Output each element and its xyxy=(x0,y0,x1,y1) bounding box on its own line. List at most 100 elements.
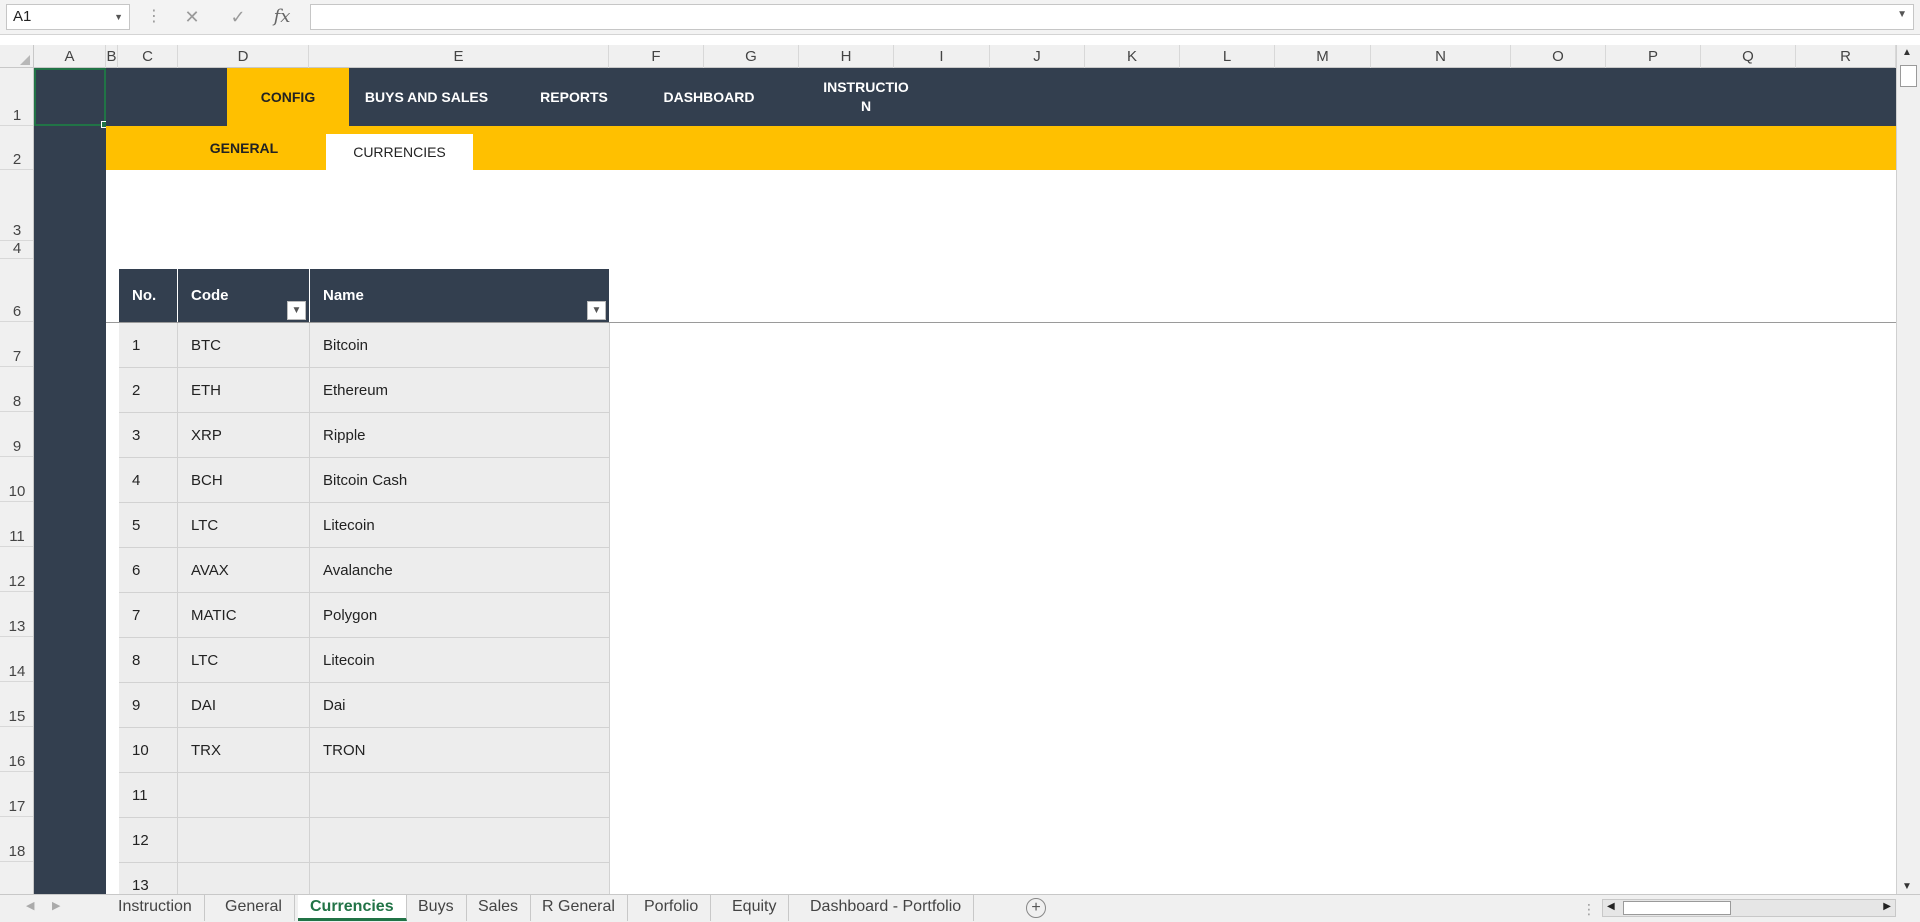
filter-dropdown-icon[interactable]: ▼ xyxy=(287,301,306,320)
scroll-thumb[interactable] xyxy=(1623,901,1731,915)
row-header[interactable]: 7 xyxy=(0,322,33,367)
table-cell[interactable] xyxy=(310,863,610,894)
sheet-tab[interactable]: Porfolio xyxy=(632,895,712,921)
sheet-tab[interactable]: Buys xyxy=(406,895,467,921)
chevron-down-icon[interactable]: ▼ xyxy=(114,5,123,29)
arrow-left-icon[interactable]: ◀ xyxy=(1607,901,1615,912)
vertical-scrollbar[interactable]: ▲ ▼ xyxy=(1896,45,1920,894)
table-cell[interactable]: TRX xyxy=(178,728,310,773)
nav-tab-buys-and-sales[interactable]: BUYS AND SALES xyxy=(349,68,504,126)
table-cell[interactable]: Avalanche xyxy=(310,548,610,593)
row-header[interactable]: 4 xyxy=(0,240,33,259)
insert-function-icon[interactable]: fx xyxy=(262,4,302,30)
table-cell[interactable]: 13 xyxy=(119,863,178,894)
sheet-tab[interactable]: Equity xyxy=(720,895,790,921)
formula-bar-handle-icon[interactable]: ⋮ xyxy=(146,8,162,26)
table-cell[interactable]: DAI xyxy=(178,683,310,728)
tab-split-handle-icon[interactable]: ⋮ xyxy=(1582,901,1596,918)
table-cell[interactable]: LTC xyxy=(178,638,310,683)
table-cell[interactable]: 11 xyxy=(119,773,178,818)
column-header[interactable]: H xyxy=(799,45,894,68)
table-cell[interactable]: XRP xyxy=(178,413,310,458)
column-header[interactable]: J xyxy=(990,45,1085,68)
sheet-grid[interactable]: CONFIG BUYS AND SALES REPORTS DASHBOARD … xyxy=(34,68,1896,894)
table-cell[interactable]: 12 xyxy=(119,818,178,863)
selected-cell[interactable] xyxy=(34,68,108,128)
row-header[interactable]: 6 xyxy=(0,259,33,322)
plus-circle-icon[interactable]: + xyxy=(1026,898,1046,918)
row-header[interactable]: 16 xyxy=(0,727,33,772)
row-header[interactable]: 9 xyxy=(0,412,33,457)
arrow-up-icon[interactable]: ▲ xyxy=(1902,47,1912,58)
table-cell[interactable]: 5 xyxy=(119,503,178,548)
table-cell[interactable]: 7 xyxy=(119,593,178,638)
column-header[interactable]: R xyxy=(1796,45,1896,68)
table-cell[interactable]: AVAX xyxy=(178,548,310,593)
row-header[interactable]: 12 xyxy=(0,547,33,592)
column-header[interactable]: O xyxy=(1511,45,1606,68)
formula-input[interactable]: ▼ xyxy=(310,4,1914,30)
horizontal-scrollbar[interactable]: ◀ ▶ xyxy=(1602,899,1896,917)
table-cell[interactable]: 2 xyxy=(119,368,178,413)
enter-icon[interactable]: ✓ xyxy=(218,4,258,30)
sub-tab-currencies[interactable]: CURRENCIES xyxy=(326,134,473,170)
column-header[interactable]: P xyxy=(1606,45,1701,68)
table-cell[interactable] xyxy=(310,773,610,818)
column-header[interactable]: M xyxy=(1275,45,1371,68)
table-cell[interactable] xyxy=(178,773,310,818)
column-header[interactable]: C xyxy=(118,45,178,68)
table-cell[interactable]: BTC xyxy=(178,323,310,368)
table-cell[interactable]: 9 xyxy=(119,683,178,728)
table-cell[interactable]: Polygon xyxy=(310,593,610,638)
column-header[interactable]: A xyxy=(34,45,106,68)
nav-tab-config[interactable]: CONFIG xyxy=(227,68,349,126)
nav-tab-dashboard[interactable]: DASHBOARD xyxy=(644,68,774,126)
table-cell[interactable]: 4 xyxy=(119,458,178,503)
row-header[interactable]: 3 xyxy=(0,170,33,241)
column-header[interactable]: Q xyxy=(1701,45,1796,68)
column-header[interactable]: D xyxy=(178,45,309,68)
nav-tab-instruction[interactable]: INSTRUCTIO N xyxy=(818,68,914,126)
sheet-tab[interactable]: Dashboard - Portfolio xyxy=(798,895,975,921)
name-box[interactable]: A1 ▼ xyxy=(6,4,130,30)
table-cell[interactable]: 10 xyxy=(119,728,178,773)
table-cell[interactable]: Litecoin xyxy=(310,638,610,683)
column-header[interactable]: G xyxy=(704,45,799,68)
select-all-button[interactable] xyxy=(0,45,34,68)
filter-dropdown-icon[interactable]: ▼ xyxy=(587,301,606,320)
table-cell[interactable]: 1 xyxy=(119,323,178,368)
nav-tab-reports[interactable]: REPORTS xyxy=(504,68,644,126)
row-header[interactable]: 13 xyxy=(0,592,33,637)
row-header[interactable]: 11 xyxy=(0,502,33,547)
row-header[interactable]: 14 xyxy=(0,637,33,682)
table-cell[interactable]: ETH xyxy=(178,368,310,413)
arrow-right-icon[interactable]: ▶ xyxy=(1883,901,1891,912)
table-cell[interactable]: LTC xyxy=(178,503,310,548)
next-sheet-icon[interactable]: ▶ xyxy=(52,899,60,912)
table-cell[interactable]: Bitcoin xyxy=(310,323,610,368)
table-cell[interactable]: TRON xyxy=(310,728,610,773)
table-cell[interactable]: 6 xyxy=(119,548,178,593)
sub-tab-general[interactable]: GENERAL xyxy=(178,126,310,170)
table-cell[interactable]: Litecoin xyxy=(310,503,610,548)
column-header[interactable]: E xyxy=(309,45,609,68)
sheet-tab[interactable]: General xyxy=(213,895,295,921)
column-header[interactable]: N xyxy=(1371,45,1511,68)
table-cell[interactable]: MATIC xyxy=(178,593,310,638)
row-header[interactable]: 10 xyxy=(0,457,33,502)
row-header[interactable]: 18 xyxy=(0,817,33,862)
table-cell[interactable] xyxy=(310,818,610,863)
chevron-down-icon[interactable]: ▼ xyxy=(1897,9,1907,20)
column-header[interactable]: L xyxy=(1180,45,1275,68)
row-header[interactable]: 1 xyxy=(0,68,33,126)
arrow-down-icon[interactable]: ▼ xyxy=(1902,881,1912,892)
table-cell[interactable] xyxy=(178,863,310,894)
scroll-thumb[interactable] xyxy=(1900,65,1917,87)
table-cell[interactable]: Dai xyxy=(310,683,610,728)
table-cell[interactable] xyxy=(178,818,310,863)
column-header[interactable]: B xyxy=(106,45,118,68)
sheet-tab[interactable]: R General xyxy=(530,895,628,921)
row-header[interactable]: 8 xyxy=(0,367,33,412)
sheet-tab[interactable]: Sales xyxy=(466,895,532,921)
sheet-tab[interactable]: Instruction xyxy=(106,895,205,921)
